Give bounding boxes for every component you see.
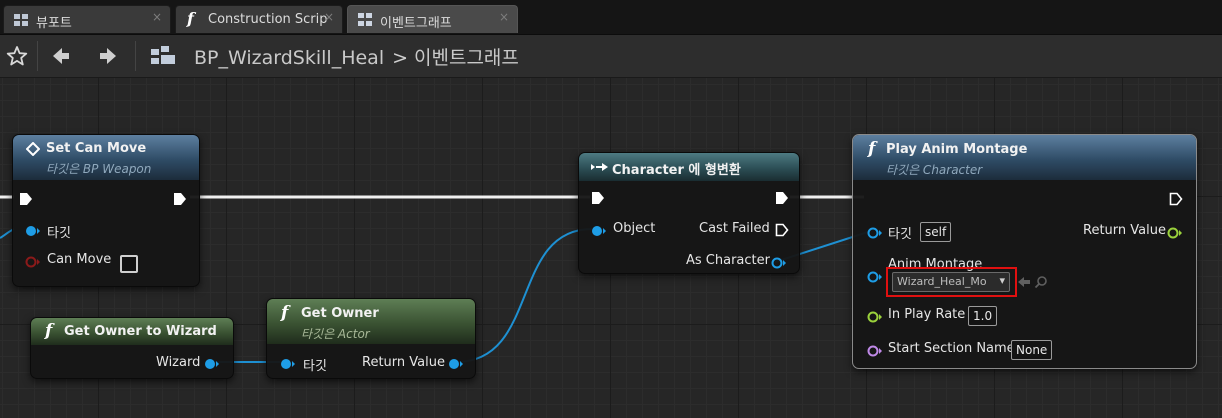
tab-close-icon[interactable]: × <box>152 10 162 24</box>
tab-close-icon[interactable]: × <box>324 10 334 24</box>
as-character-pin[interactable] <box>771 257 787 269</box>
event-graph-icon <box>358 13 372 26</box>
start-section-pin[interactable] <box>867 345 883 357</box>
function-icon: f <box>45 321 53 341</box>
browse-search-icon[interactable] <box>1034 275 1048 289</box>
toolbar-separator <box>37 41 38 71</box>
can-move-pin[interactable] <box>25 256 41 268</box>
play-rate-pin[interactable] <box>867 311 883 323</box>
editor-tab-bar: 뷰포트 × f Construction Scrip × 이벤트그래프 × <box>0 0 1222 35</box>
breadcrumb-graph[interactable]: 이벤트그래프 <box>414 47 519 69</box>
breadcrumb-blueprint[interactable]: BP_WizardSkill_Heal <box>194 47 384 69</box>
node-get-owner[interactable]: f Get Owner 타깃은 Actor 타깃 Return Value <box>266 298 476 379</box>
pin-label-cast-failed: Cast Failed <box>699 221 770 236</box>
pin-label-return-value: Return Value <box>362 355 445 370</box>
node-subtitle: 타깃은 Actor <box>301 327 370 341</box>
pin-label-play-rate: In Play Rate <box>888 307 966 322</box>
tab-construction-label: Construction Scrip <box>208 12 328 27</box>
node-get-owner-to-wizard[interactable]: f Get Owner to Wizard Wizard <box>30 317 234 379</box>
target-pin[interactable] <box>867 227 883 239</box>
object-pin[interactable] <box>591 225 607 237</box>
node-title: Get Owner <box>301 306 379 321</box>
back-arrow-icon[interactable] <box>50 45 72 67</box>
wizard-output-pin[interactable] <box>204 358 220 370</box>
node-title: Set Can Move <box>46 141 147 156</box>
return-value-pin[interactable] <box>448 358 464 370</box>
tab-construction-script[interactable]: f Construction Scrip × <box>175 5 343 33</box>
diamond-icon <box>26 142 40 156</box>
function-icon: f <box>281 303 289 323</box>
pin-label-target: 타깃 <box>47 226 71 241</box>
toolbar-separator <box>135 41 136 71</box>
pin-label-object: Object <box>613 221 656 236</box>
cast-arrow-icon <box>591 163 608 171</box>
target-self-field[interactable]: self <box>920 222 952 242</box>
forward-arrow-icon[interactable] <box>97 45 119 67</box>
pin-label-wizard: Wizard <box>156 355 201 370</box>
tab-viewport-label: 뷰포트 <box>36 16 72 31</box>
node-subtitle: 타깃은 Character <box>886 163 983 177</box>
pin-label-target: 타깃 <box>303 359 327 374</box>
return-value-pin[interactable] <box>1167 227 1183 239</box>
object-wire <box>455 228 593 363</box>
pin-label-return-value: Return Value <box>1083 223 1166 238</box>
exec-out-pin[interactable] <box>173 192 187 206</box>
favorite-star-icon[interactable] <box>6 45 28 67</box>
pin-label-start-section: Start Section Name <box>888 341 1015 356</box>
tab-close-icon[interactable]: × <box>499 10 509 24</box>
exec-out-pin[interactable] <box>1169 192 1183 206</box>
can-move-checkbox[interactable] <box>120 255 138 273</box>
viewport-grid-icon <box>14 14 28 26</box>
use-selected-arrow-icon[interactable] <box>1017 275 1031 289</box>
breadcrumb-separator: > <box>392 47 409 69</box>
target-pin[interactable] <box>280 358 296 370</box>
breadcrumb-bar: BP_WizardSkill_Heal > 이벤트그래프 <box>0 35 1222 78</box>
cast-failed-exec-pin[interactable] <box>775 223 789 237</box>
play-rate-field[interactable]: 1.0 <box>968 306 998 326</box>
node-title: Play Anim Montage <box>886 142 1028 157</box>
node-title: Character 에 형변환 <box>612 163 741 178</box>
node-play-anim-montage[interactable]: f Play Anim Montage 타깃은 Character 타깃 sel… <box>852 134 1197 369</box>
breadcrumb: BP_WizardSkill_Heal > 이벤트그래프 <box>194 43 519 70</box>
target-pin[interactable] <box>25 225 41 237</box>
node-cast-to-character[interactable]: Character 에 형변환 Object Cast Failed As Ch… <box>578 152 800 274</box>
tab-viewport[interactable]: 뷰포트 × <box>3 5 171 33</box>
function-icon: f <box>868 139 876 159</box>
tab-event-graph-label: 이벤트그래프 <box>380 16 452 31</box>
exec-in-pin[interactable] <box>591 191 605 205</box>
pin-label-target: 타깃 <box>888 227 912 242</box>
exec-out-pin[interactable] <box>775 191 789 205</box>
anim-montage-pin[interactable] <box>867 271 883 283</box>
node-title: Get Owner to Wizard <box>64 324 217 339</box>
event-graph-canvas[interactable]: Set Can Move 타깃은 BP Weapon 타깃 Can Move f… <box>0 78 1222 418</box>
exec-in-pin[interactable] <box>19 192 33 206</box>
start-section-field[interactable]: None <box>1011 340 1053 360</box>
pin-label-as-character: As Character <box>686 253 770 268</box>
pin-label-can-move: Can Move <box>47 252 112 267</box>
node-subtitle: 타깃은 BP Weapon <box>46 162 152 176</box>
function-icon: f <box>187 9 194 28</box>
blueprint-graph-icon <box>151 46 175 64</box>
highlight-box <box>886 267 1017 297</box>
tab-event-graph[interactable]: 이벤트그래프 × <box>347 5 518 33</box>
node-set-can-move[interactable]: Set Can Move 타깃은 BP Weapon 타깃 Can Move <box>12 134 200 287</box>
